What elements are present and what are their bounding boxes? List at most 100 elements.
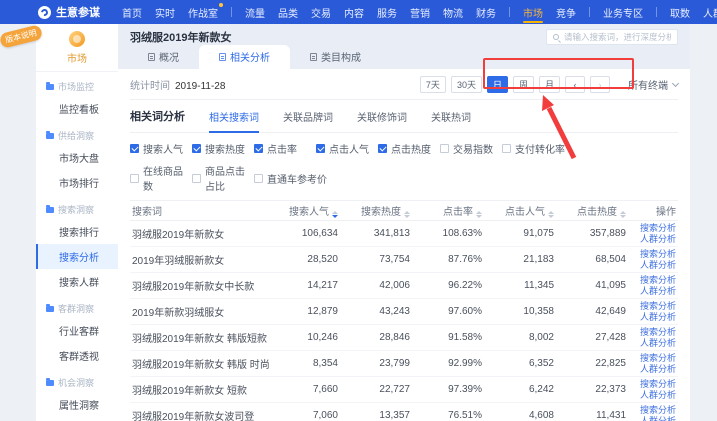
- sort-icon[interactable]: [404, 211, 410, 218]
- action-link-搜索分析[interactable]: 搜索分析: [640, 301, 676, 312]
- column-header-点击人气[interactable]: 点击人气: [484, 201, 556, 221]
- action-link-搜索分析[interactable]: 搜索分析: [640, 223, 676, 234]
- brand[interactable]: 生意参谋: [38, 4, 100, 20]
- period-button-›[interactable]: ›: [590, 76, 610, 93]
- analysis-bar: 相关词分析 相关搜索词关联品牌词关联修饰词关联热词: [130, 100, 678, 133]
- sidebar-item-市场排行[interactable]: 市场排行: [36, 170, 118, 195]
- action-link-人群分析[interactable]: 人群分析: [640, 416, 676, 421]
- sidebar-item-搜索人群[interactable]: 搜索人群: [36, 269, 118, 294]
- action-link-人群分析[interactable]: 人群分析: [640, 390, 676, 401]
- metric-商品点击占比[interactable]: 商品点击占比: [192, 163, 254, 193]
- nav-item-服务[interactable]: 服务: [377, 0, 397, 24]
- search-box[interactable]: [546, 29, 678, 45]
- checkbox-交易指数[interactable]: [440, 144, 449, 153]
- nav-item-人群管理[interactable]: 人群管理: [703, 0, 717, 24]
- action-link-搜索分析[interactable]: 搜索分析: [640, 327, 676, 338]
- search-input[interactable]: [564, 32, 671, 42]
- period-button-日[interactable]: 日: [487, 76, 508, 93]
- tab-相关分析[interactable]: 相关分析: [199, 45, 290, 69]
- metric-点击人气[interactable]: 点击人气: [316, 141, 378, 156]
- sidebar-item-属性洞察[interactable]: 属性洞察: [36, 392, 118, 417]
- metric-直通车参考价[interactable]: 直通车参考价: [254, 163, 327, 193]
- checkbox-支付转化率[interactable]: [502, 144, 511, 153]
- action-link-人群分析[interactable]: 人群分析: [640, 234, 676, 245]
- sidebar-item-行业客群[interactable]: 行业客群: [36, 318, 118, 343]
- analysis-tab-关联修饰词[interactable]: 关联修饰词: [357, 109, 407, 133]
- nav-item-首页[interactable]: 首页: [122, 0, 142, 24]
- checkbox-在线商品数[interactable]: [130, 174, 139, 183]
- nav-item-作战室[interactable]: 作战室: [188, 0, 218, 24]
- checkbox-商品点击占比[interactable]: [192, 174, 201, 183]
- sidebar-item-监控看板[interactable]: 监控看板: [36, 96, 118, 121]
- analysis-tab-相关搜索词[interactable]: 相关搜索词: [209, 109, 259, 133]
- action-link-搜索分析[interactable]: 搜索分析: [640, 249, 676, 260]
- nav-item-物流[interactable]: 物流: [443, 0, 463, 24]
- action-link-人群分析[interactable]: 人群分析: [640, 260, 676, 271]
- metric-搜索热度[interactable]: 搜索热度: [192, 141, 254, 156]
- metric-在线商品数[interactable]: 在线商品数: [130, 163, 192, 193]
- sort-icon[interactable]: [332, 211, 338, 218]
- sidebar-item-客群透视[interactable]: 客群透视: [36, 343, 118, 368]
- sort-down-caret: [620, 215, 626, 218]
- tab-类目构成[interactable]: 类目构成: [290, 45, 381, 69]
- action-link-搜索分析[interactable]: 搜索分析: [640, 405, 676, 416]
- metric-点击率[interactable]: 点击率: [254, 141, 316, 156]
- period-button-7天[interactable]: 7天: [420, 76, 446, 93]
- nav-item-取数[interactable]: 取数: [670, 0, 690, 24]
- value-cell: 43,243: [340, 299, 412, 325]
- sidebar-group-搜索洞察: 搜索洞察: [36, 195, 118, 219]
- metric-label: 点击人气: [329, 141, 369, 156]
- metric-点击热度[interactable]: 点击热度: [378, 141, 440, 156]
- nav-item-品类[interactable]: 品类: [278, 0, 298, 24]
- checkbox-点击热度[interactable]: [378, 144, 387, 153]
- action-link-人群分析[interactable]: 人群分析: [640, 364, 676, 375]
- analysis-tab-关联热词[interactable]: 关联热词: [431, 109, 471, 133]
- nav-item-业务专区[interactable]: 业务专区: [603, 0, 643, 24]
- action-link-人群分析[interactable]: 人群分析: [640, 312, 676, 323]
- action-link-人群分析[interactable]: 人群分析: [640, 338, 676, 349]
- sort-icon[interactable]: [548, 211, 554, 218]
- tab-概况[interactable]: 概况: [128, 45, 199, 69]
- nav-item-财务[interactable]: 财务: [476, 0, 496, 24]
- metric-支付转化率[interactable]: 支付转化率: [502, 141, 565, 156]
- metric-交易指数[interactable]: 交易指数: [440, 141, 502, 156]
- action-link-人群分析[interactable]: 人群分析: [640, 286, 676, 297]
- operation-links: 搜索分析人群分析: [630, 249, 676, 271]
- sidebar-item-市场大盘[interactable]: 市场大盘: [36, 145, 118, 170]
- sidebar-item-搜索分析[interactable]: 搜索分析: [36, 244, 118, 269]
- sidebar-item-搜索排行[interactable]: 搜索排行: [36, 219, 118, 244]
- period-button-周[interactable]: 周: [513, 76, 534, 93]
- action-link-搜索分析[interactable]: 搜索分析: [640, 379, 676, 390]
- terminal-dropdown[interactable]: 所有终端: [628, 77, 678, 92]
- checkbox-搜索人气[interactable]: [130, 144, 139, 153]
- checkbox-搜索热度[interactable]: [192, 144, 201, 153]
- value-cell: 108.63%: [412, 221, 484, 247]
- sort-icon[interactable]: [620, 211, 626, 218]
- nav-item-交易[interactable]: 交易: [311, 0, 331, 24]
- period-button-‹[interactable]: ‹: [565, 76, 585, 93]
- period-button-30天[interactable]: 30天: [451, 76, 482, 93]
- metric-搜索人气[interactable]: 搜索人气: [130, 141, 192, 156]
- sort-icon[interactable]: [476, 211, 482, 218]
- nav-item-竞争[interactable]: 竞争: [556, 0, 576, 24]
- checkbox-直通车参考价[interactable]: [254, 174, 263, 183]
- nav-item-实时[interactable]: 实时: [155, 0, 175, 24]
- checkbox-点击人气[interactable]: [316, 144, 325, 153]
- period-button-月[interactable]: 月: [539, 76, 560, 93]
- action-link-搜索分析[interactable]: 搜索分析: [640, 275, 676, 286]
- column-header-搜索人气[interactable]: 搜索人气: [268, 201, 340, 221]
- nav-item-流量[interactable]: 流量: [245, 0, 265, 24]
- nav-item-市场[interactable]: 市场: [523, 0, 543, 24]
- column-header-点击热度[interactable]: 点击热度: [556, 201, 628, 221]
- nav-item-内容[interactable]: 内容: [344, 0, 364, 24]
- sidebar-item-产品洞察[interactable]: 产品洞察: [36, 417, 118, 421]
- checkbox-点击率[interactable]: [254, 144, 263, 153]
- column-header-点击率[interactable]: 点击率: [412, 201, 484, 221]
- action-link-搜索分析[interactable]: 搜索分析: [640, 353, 676, 364]
- value-cell: 68,504: [556, 247, 628, 273]
- analysis-tab-关联品牌词[interactable]: 关联品牌词: [283, 109, 333, 133]
- nav-item-营销[interactable]: 营销: [410, 0, 430, 24]
- column-header-搜索热度[interactable]: 搜索热度: [340, 201, 412, 221]
- chevron-down-icon: [672, 80, 679, 87]
- document-icon: [219, 53, 226, 61]
